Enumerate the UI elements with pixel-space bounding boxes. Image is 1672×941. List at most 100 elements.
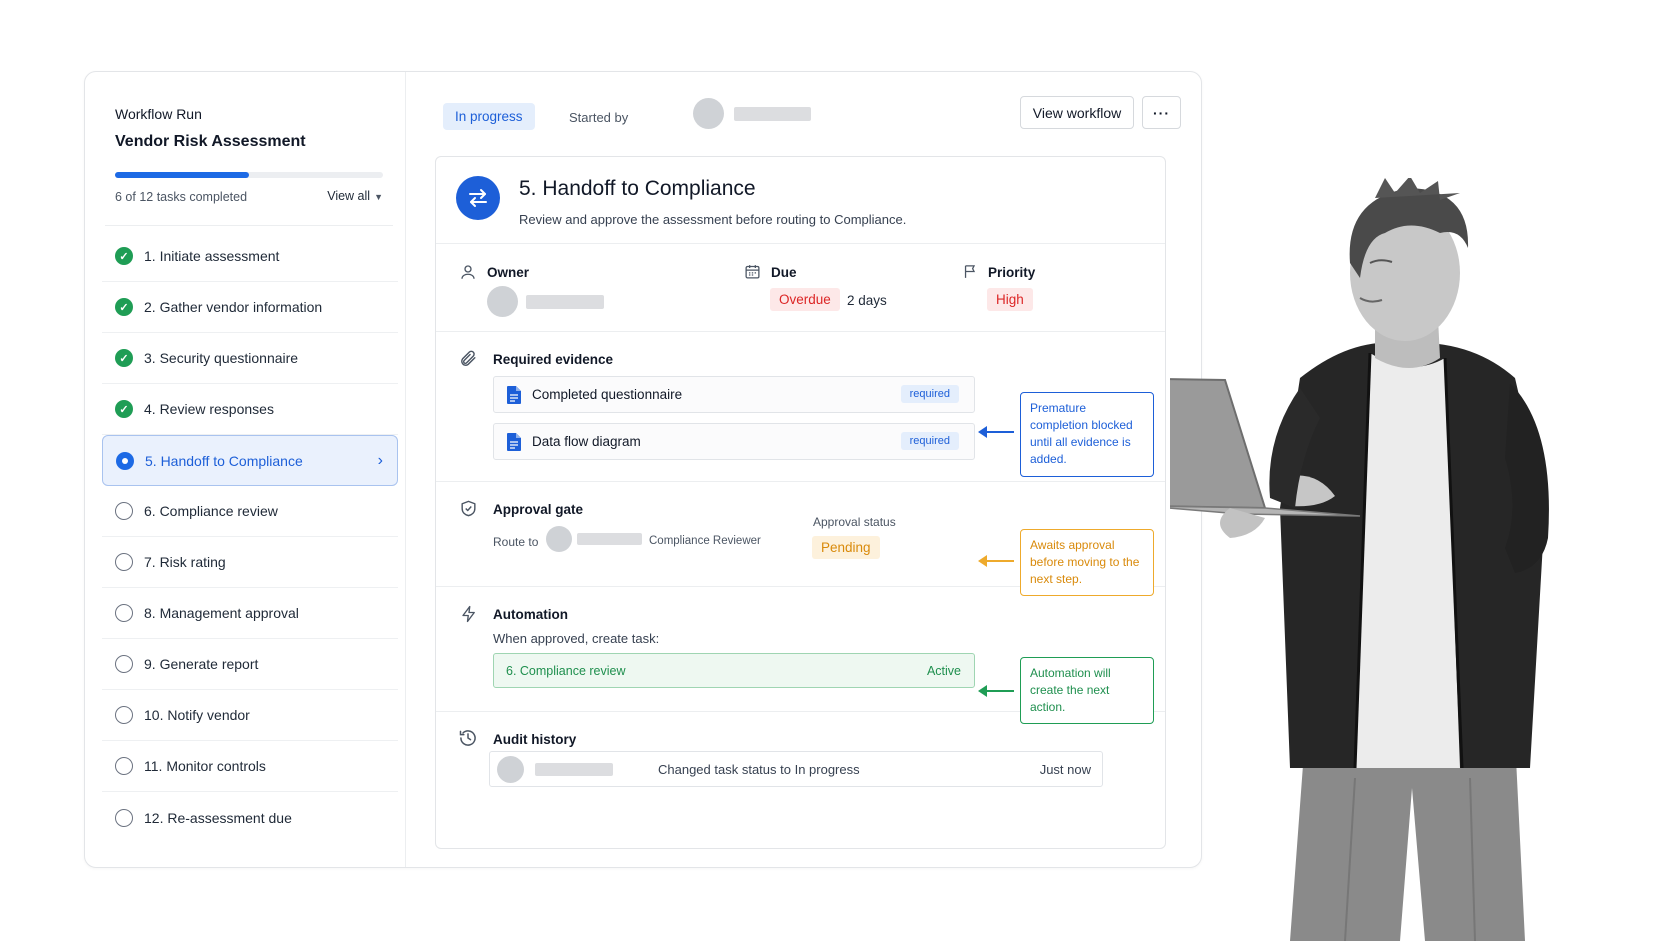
automation-task-row[interactable]: 6. Compliance review Active bbox=[493, 653, 975, 688]
empty-circle-icon bbox=[115, 604, 133, 622]
route-to-label: Route to bbox=[493, 535, 539, 549]
flag-icon bbox=[962, 263, 979, 285]
task-list-item[interactable]: ✓ 1. Initiate assessment bbox=[102, 231, 398, 282]
check-circle-icon: ✓ bbox=[115, 349, 133, 367]
task-label: 6. Compliance review bbox=[144, 503, 278, 519]
due-value: 2 days bbox=[847, 293, 887, 308]
workflow-progress-bar bbox=[115, 172, 383, 178]
priority-label: Priority bbox=[988, 265, 1036, 280]
owner-label: Owner bbox=[487, 265, 530, 280]
workflow-progress-fill bbox=[115, 172, 249, 178]
lightning-icon bbox=[460, 604, 478, 629]
automation-rule: When approved, create task: bbox=[493, 631, 660, 646]
owner-name-redacted bbox=[526, 295, 604, 309]
more-options-button[interactable]: ··· bbox=[1142, 96, 1181, 129]
actor-name-redacted bbox=[535, 763, 613, 776]
callout-arrow-left bbox=[978, 426, 1014, 438]
task-label: 5. Handoff to Compliance bbox=[145, 452, 303, 469]
actor-avatar bbox=[497, 756, 524, 783]
automation-label: Automation bbox=[493, 607, 568, 622]
sidebar-divider bbox=[105, 225, 393, 226]
task-label: 2. Gather vendor information bbox=[144, 299, 323, 315]
empty-circle-icon bbox=[115, 757, 133, 775]
task-label: 4. Review responses bbox=[144, 401, 274, 417]
task-list-item[interactable]: 9. Generate report bbox=[102, 639, 398, 690]
evidence-item[interactable]: Data flow diagram required bbox=[493, 423, 975, 460]
task-label: 10. Notify vendor bbox=[144, 707, 250, 723]
audit-entry-time: Just now bbox=[1039, 762, 1091, 777]
task-list-item[interactable]: 11. Monitor controls bbox=[102, 741, 398, 792]
empty-circle-icon bbox=[115, 706, 133, 724]
task-label: 12. Re-assessment due bbox=[144, 809, 292, 826]
task-meta: Owner Due Overdue 2 days Priority High bbox=[436, 243, 1165, 331]
view-all-button[interactable]: View all ▼ bbox=[327, 189, 383, 203]
approval-status-label: Approval status bbox=[813, 515, 896, 529]
evidence-callout: Premature completion blocked until all e… bbox=[1020, 392, 1154, 477]
task-panel: 5. Handoff to Compliance Review and appr… bbox=[435, 156, 1166, 849]
check-circle-icon: ✓ bbox=[115, 298, 133, 316]
audit-entry-text: Changed task status to In progress bbox=[658, 762, 860, 777]
task-list-item[interactable]: ✓ 3. Security questionnaire bbox=[102, 333, 398, 384]
person-with-laptop-illustration bbox=[1170, 178, 1549, 941]
approval-gate-label: Approval gate bbox=[493, 502, 584, 517]
callout-arrow-left bbox=[978, 685, 1014, 697]
check-circle-icon: ✓ bbox=[115, 400, 133, 418]
workflow-title: Vendor Risk Assessment bbox=[115, 133, 306, 150]
evidence-item[interactable]: Completed questionnaire required bbox=[493, 376, 975, 413]
automation-task-name: 6. Compliance review bbox=[506, 664, 626, 678]
reviewer-name-redacted bbox=[577, 533, 642, 545]
empty-circle-icon bbox=[115, 655, 133, 673]
document-icon bbox=[507, 433, 521, 456]
evidence-name: Completed questionnaire bbox=[532, 387, 683, 402]
workflow-eyebrow: Workflow Run bbox=[115, 106, 202, 122]
audit-entry: Changed task status to In progress Just … bbox=[489, 751, 1103, 787]
document-icon bbox=[507, 386, 521, 409]
task-label: 3. Security questionnaire bbox=[144, 350, 299, 366]
workflow-sidebar: Workflow Run Vendor Risk Assessment 6 of… bbox=[85, 72, 406, 867]
user-icon bbox=[459, 263, 477, 286]
overdue-badge: Overdue bbox=[770, 288, 840, 311]
task-list-item[interactable]: ✓ 2. Gather vendor information bbox=[102, 282, 398, 333]
task-header: 5. Handoff to Compliance Review and appr… bbox=[436, 157, 1165, 243]
audit-history-label: Audit history bbox=[493, 732, 577, 747]
task-label: 1. Initiate assessment bbox=[144, 248, 280, 264]
chevron-down-icon: ▼ bbox=[374, 192, 383, 202]
starter-name-redacted bbox=[734, 107, 811, 121]
task-list-item[interactable]: 7. Risk rating bbox=[102, 537, 398, 588]
task-list-item[interactable]: 6. Compliance review bbox=[102, 486, 398, 537]
view-all-label: View all bbox=[327, 189, 371, 203]
task-list-item[interactable]: ✓ 4. Review responses bbox=[102, 384, 398, 435]
task-list: ✓ 1. Initiate assessment ✓ 2. Gather vendor… bbox=[102, 231, 398, 843]
paperclip-icon bbox=[459, 349, 478, 373]
chevron-right-icon: › bbox=[377, 451, 383, 469]
check-circle-icon: ✓ bbox=[115, 247, 133, 265]
handoff-swap-icon bbox=[456, 176, 500, 220]
callout-arrow-left bbox=[978, 555, 1014, 567]
status-badge: In progress bbox=[443, 103, 535, 130]
task-list-item[interactable]: 8. Management approval bbox=[102, 588, 398, 639]
task-label: 9. Generate report bbox=[144, 656, 259, 672]
approval-status-badge: Pending bbox=[812, 536, 880, 559]
starter-avatar bbox=[693, 98, 724, 129]
empty-circle-icon bbox=[115, 553, 133, 571]
task-label: 11. Monitor controls bbox=[144, 758, 266, 774]
task-list-item[interactable]: 5. Handoff to Compliance › bbox=[102, 435, 398, 486]
tasks-completed-count: 6 of 12 tasks completed bbox=[115, 190, 248, 204]
calendar-icon bbox=[744, 263, 761, 285]
shield-check-icon bbox=[459, 499, 478, 523]
empty-circle-icon bbox=[115, 808, 133, 827]
task-list-item[interactable]: 12. Re-assessment due bbox=[102, 792, 398, 843]
task-label: 7. Risk rating bbox=[144, 554, 226, 570]
task-label: 8. Management approval bbox=[144, 605, 299, 621]
automation-task-status: Active bbox=[926, 664, 961, 678]
due-label: Due bbox=[771, 265, 797, 280]
empty-circle-icon bbox=[115, 502, 133, 520]
view-workflow-button[interactable]: View workflow bbox=[1020, 96, 1134, 129]
reviewer-avatar bbox=[546, 526, 572, 552]
task-title: 5. Handoff to Compliance bbox=[519, 177, 756, 200]
task-list-item[interactable]: 10. Notify vendor bbox=[102, 690, 398, 741]
required-badge: required bbox=[900, 432, 959, 450]
required-evidence-label: Required evidence bbox=[493, 352, 614, 367]
evidence-name: Data flow diagram bbox=[532, 434, 641, 449]
audit-history-section: Audit history Changed task status to In … bbox=[436, 711, 1165, 850]
